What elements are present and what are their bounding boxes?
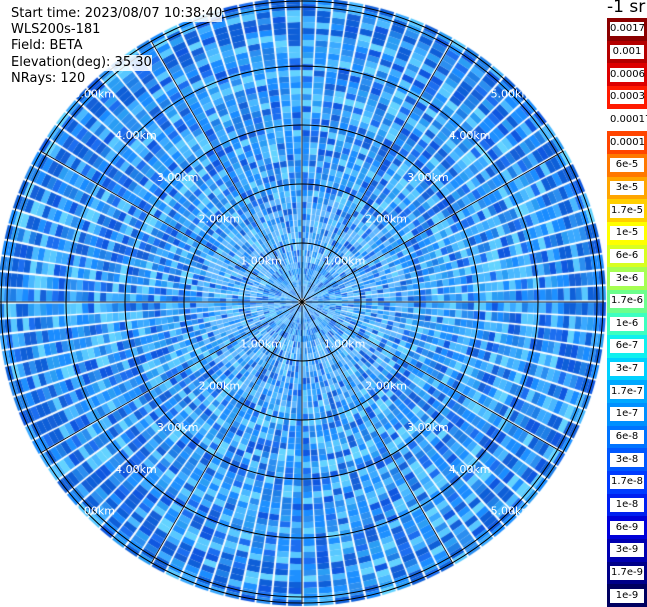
range-label-4km: 4.00km — [449, 129, 491, 142]
range-label-2km: 2.00km — [365, 213, 407, 226]
colorbar-tick-label: 6e-9 — [610, 520, 644, 535]
polar-grid: 1.00km 1.00km 1.00km 1.00km 2.00km 2.00km 2.00… — [0, 0, 604, 604]
colorbar-tick-label: 3e-6 — [610, 271, 644, 286]
range-label-5km: 5.00km — [491, 505, 533, 518]
colorbar-tick-label: 1.7e-7 — [610, 384, 644, 399]
colorbar-tick-label: 0.001 — [610, 44, 644, 59]
colorbar-tick-label: 6e-6 — [610, 248, 644, 263]
colorbar-tick-label: 1e-5 — [610, 226, 644, 241]
colorbar-tick-label: 6e-5 — [610, 158, 644, 173]
colorbar-tick-label: 3e-8 — [610, 452, 644, 467]
colorbar-tick-label: 0.0001 — [610, 135, 645, 150]
scan-info: Start time: 2023/08/07 10:38:40 WLS200s-… — [11, 6, 223, 88]
colorbar-tick-label: 1.7e-8 — [610, 475, 644, 490]
field-name: Field: BETA — [11, 38, 83, 55]
range-label-2km: 2.00km — [199, 213, 241, 226]
range-label-3km: 3.00km — [407, 421, 449, 434]
range-label-4km: 4.00km — [115, 129, 157, 142]
colorbar-tick-label: 3e-9 — [610, 543, 644, 558]
range-label-3km: 3.00km — [407, 171, 449, 184]
colorbar-unit: -1 sr — [607, 0, 646, 17]
colorbar-tick-label: 0.0017 — [610, 22, 645, 37]
colorbar-tick-label: 1e-7 — [610, 407, 644, 422]
colorbar: 0.0017 0.001 0.0006 0.0003 0.00017 0.0001 6e-5… — [607, 18, 647, 607]
colorbar-tick-label: 0.00017 — [610, 112, 647, 127]
range-label-1km: 1.00km — [240, 338, 282, 351]
colorbar-tick-label: 1e-9 — [610, 588, 644, 603]
range-label-4km: 4.00km — [115, 463, 157, 476]
colorbar-tick-label: 1e-8 — [610, 498, 644, 513]
range-label-4km: 4.00km — [449, 463, 491, 476]
range-label-2km: 2.00km — [199, 379, 241, 392]
colorbar-tick-label: 6e-7 — [610, 339, 644, 354]
colorbar-tick-label: 0.0006 — [610, 67, 645, 82]
range-label-5km: 5.00km — [491, 87, 533, 100]
elevation: Elevation(deg): 35.30 — [11, 54, 152, 71]
range-label-3km: 3.00km — [157, 421, 199, 434]
range-label-1km: 1.00km — [324, 254, 366, 267]
colorbar-tick-label: 1e-6 — [610, 316, 644, 331]
range-label-1km: 1.00km — [240, 254, 282, 267]
colorbar-tick-label: 6e-8 — [610, 430, 644, 445]
start-time: Start time: 2023/08/07 10:38:40 — [11, 6, 223, 23]
instrument-name: WLS200s-181 — [11, 22, 101, 39]
nrays: NRays: 120 — [11, 70, 86, 88]
range-label-1km: 1.00km — [324, 338, 366, 351]
colorbar-tick-label: 1.7e-5 — [610, 203, 644, 218]
range-label-5km: 5.00km — [73, 505, 115, 518]
colorbar-tick-label: 0.0003 — [610, 90, 645, 105]
colorbar-tick-label: 3e-5 — [610, 180, 644, 195]
colorbar-tick-label: 1.7e-9 — [610, 566, 644, 581]
range-label-2km: 2.00km — [365, 379, 407, 392]
range-label-5km: 5.00km — [73, 87, 115, 100]
colorbar-tick-label: 3e-7 — [610, 362, 644, 377]
colorbar-tick-label: 1.7e-6 — [610, 294, 644, 309]
range-label-3km: 3.00km — [157, 171, 199, 184]
